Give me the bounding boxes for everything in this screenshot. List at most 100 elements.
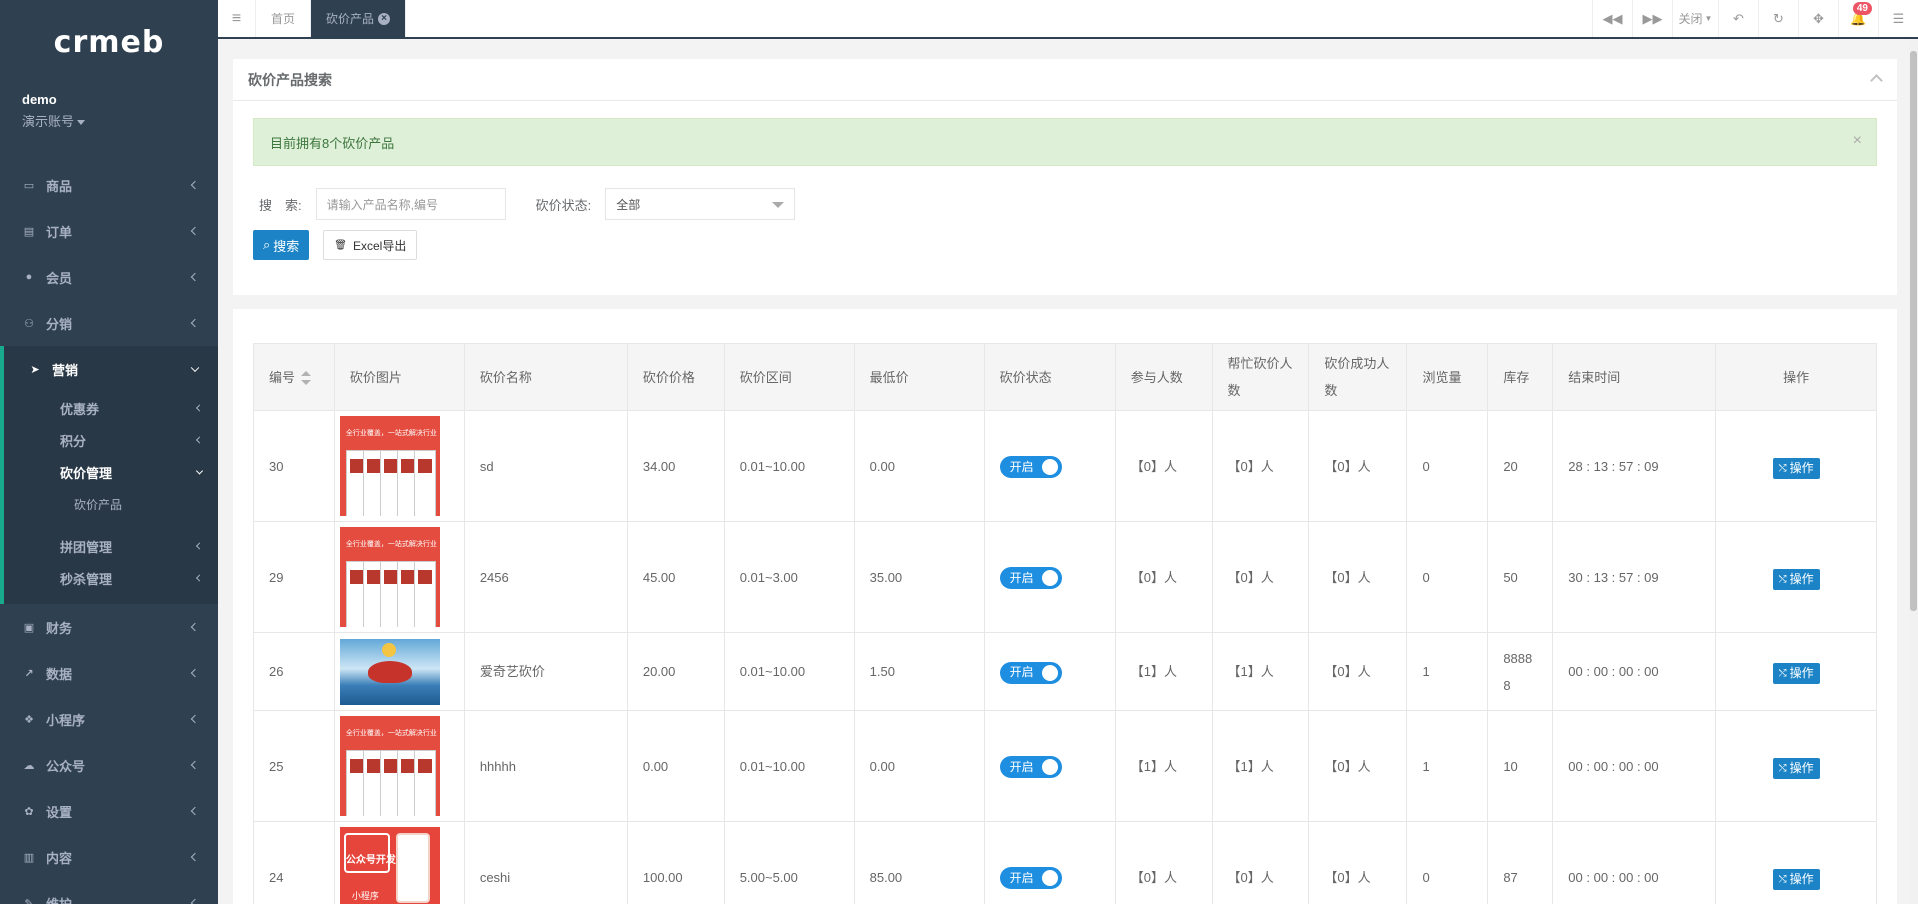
menu-toggle-icon[interactable]: ≡ — [218, 0, 256, 37]
cell-min: 0.00 — [853, 710, 985, 822]
wrench-icon: ✎ — [24, 897, 34, 904]
gear-icon: ✿ — [24, 805, 34, 818]
search-input[interactable]: 请输入产品名称,编号 — [315, 188, 506, 220]
file-icon: ▤ — [23, 225, 35, 238]
dragon-shape — [367, 660, 412, 683]
cell-id: 24 — [253, 821, 335, 904]
column-header: 参与人数 — [1114, 343, 1213, 411]
sidebar-item-members[interactable]: ● 会员 — [0, 254, 218, 300]
sidebar-leaf-bargain-products[interactable]: 砍价产品 — [4, 488, 218, 520]
chevron-left-icon — [190, 226, 200, 236]
cell-success: 【0】人 — [1308, 632, 1408, 711]
shuffle-icon: ⤭ — [1778, 873, 1787, 885]
money-icon: ▣ — [23, 621, 35, 634]
cell-helpers: 【0】人 — [1211, 521, 1310, 633]
cell-name: 2456 — [463, 521, 628, 633]
status-toggle[interactable]: 开启 — [999, 456, 1062, 478]
sidebar-item-settings[interactable]: ✿ 设置 — [0, 788, 218, 834]
cell-success: 【0】人 — [1308, 710, 1408, 822]
settings-list-icon[interactable]: ☰ — [1878, 0, 1918, 37]
status-toggle[interactable]: 开启 — [999, 867, 1062, 889]
column-header[interactable]: 编号 — [253, 343, 335, 411]
user-role-dropdown[interactable]: 演示账号 — [22, 111, 196, 130]
paper-plane-icon: ➤ — [30, 363, 40, 376]
close-dropdown-button[interactable]: 关闭 ▼ — [1672, 0, 1718, 37]
product-image: 全行业覆盖，一站式解决行业 — [339, 716, 440, 816]
phone-mockup — [413, 450, 436, 516]
cell-range: 0.01~10.00 — [723, 410, 855, 522]
tab-home[interactable]: 首页 — [256, 0, 312, 37]
operation-button[interactable]: ⤭ 操作 — [1772, 568, 1820, 590]
cell-image — [333, 632, 465, 711]
sort-icon[interactable] — [301, 371, 312, 386]
sidebar-sub-coupons[interactable]: 优惠券 — [4, 392, 218, 424]
cell-stock: 50 — [1487, 521, 1554, 633]
tab-bargain-products[interactable]: 砍价产品 × — [311, 0, 407, 37]
back-icon[interactable]: ↶ — [1718, 0, 1758, 37]
cell-id: 30 — [253, 410, 335, 522]
sidebar-item-marketing[interactable]: ➤ 营销 — [4, 346, 218, 392]
status-toggle[interactable]: 开启 — [999, 661, 1062, 684]
refresh-icon[interactable]: ↻ — [1758, 0, 1798, 37]
chevron-left-icon — [190, 180, 200, 190]
chevron-up-icon[interactable] — [1870, 74, 1883, 87]
sidebar-sub-flash-sale[interactable]: 秒杀管理 — [4, 562, 218, 594]
operation-button[interactable]: ⤭ 操作 — [1772, 663, 1820, 684]
sidebar-item-orders[interactable]: ▤ 订单 — [0, 208, 218, 254]
close-tab-icon[interactable]: × — [378, 12, 391, 25]
sidebar-item-products[interactable]: ▭ 商品 — [0, 162, 218, 208]
sidebar-sub-group-buy[interactable]: 拼团管理 — [4, 530, 218, 562]
product-image: 全行业覆盖，一站式解决行业 — [339, 416, 440, 516]
bell-icon[interactable]: 🔔 49 — [1838, 0, 1878, 37]
cell-end: 28 : 13 : 57 : 09 — [1552, 410, 1717, 522]
close-icon[interactable]: × — [1853, 132, 1862, 150]
cell-id: 26 — [253, 632, 335, 711]
chevron-left-icon — [190, 668, 200, 678]
fullscreen-icon[interactable]: ✥ — [1798, 0, 1838, 37]
cell-participants: 【1】人 — [1114, 710, 1213, 822]
profile: demo 演示账号 — [0, 84, 218, 162]
cell-views: 0 — [1406, 821, 1489, 904]
product-image: 公众号开发 小程序 — [339, 827, 440, 904]
chevron-left-icon — [195, 542, 204, 550]
laptop-icon: ▭ — [23, 179, 35, 192]
cell-name: hhhhh — [463, 710, 628, 822]
sidebar: crmeb demo 演示账号 ▭ 商品 ▤ 订单 ● 会员 ⚇ 分销 ➤ 营销 优惠券 积分 … — [0, 0, 218, 904]
cell-status: 开启 — [983, 710, 1116, 822]
cell-range: 0.01~10.00 — [723, 710, 855, 822]
search-button[interactable]: ⌕ 搜索 — [253, 230, 310, 260]
scroll-left-icon[interactable]: ◀◀ — [1592, 0, 1632, 37]
sidebar-item-finance[interactable]: ▣ 财务 — [0, 604, 218, 650]
toolbar-right: ◀◀ ▶▶ 关闭 ▼ ↶ ↻ ✥ 🔔 49 ☰ — [1592, 0, 1918, 37]
sidebar-item-maintenance[interactable]: ✎ 维护 — [0, 880, 218, 904]
logo[interactable]: crmeb — [0, 0, 218, 84]
search-panel: 砍价产品搜索 目前拥有8个砍价产品 × 搜 索: 请输入产品名称,编号 砍价状态:… — [233, 59, 1897, 295]
sidebar-item-data[interactable]: ↗ 数据 — [0, 650, 218, 696]
cell-image: 全行业覆盖，一站式解决行业 — [333, 710, 465, 822]
cell-image: 全行业覆盖，一站式解决行业 — [333, 521, 465, 633]
sidebar-sub-bargain-manage[interactable]: 砍价管理 — [4, 456, 218, 488]
page-scrollbar[interactable] — [1909, 39, 1918, 904]
sidebar-item-official-account[interactable]: ☁ 公众号 — [0, 742, 218, 788]
caret-down-icon — [772, 202, 785, 208]
scrollbar-thumb[interactable] — [1910, 51, 1917, 611]
sidebar-sub-points[interactable]: 积分 — [4, 424, 218, 456]
sidebar-item-mini-program[interactable]: ❖ 小程序 — [0, 696, 218, 742]
user-icon: ● — [25, 271, 33, 283]
status-toggle[interactable]: 开启 — [999, 756, 1062, 778]
table-header: 编号 砍价图片 砍价名称 砍价价格 砍价区间 最低价 砍价状态 参与人数 帮忙砍价人数 砍价成功人… — [253, 343, 1877, 411]
status-toggle[interactable]: 开启 — [999, 567, 1062, 589]
chevron-down-icon — [190, 363, 200, 373]
sidebar-item-content[interactable]: ▥ 内容 — [0, 834, 218, 880]
cell-end: 00 : 00 : 00 : 00 — [1552, 821, 1717, 904]
operation-button[interactable]: ⤭ 操作 — [1772, 757, 1820, 779]
operation-button[interactable]: ⤭ 操作 — [1772, 868, 1820, 890]
status-select[interactable]: 全部 — [605, 188, 796, 220]
cell-end: 00 : 00 : 00 : 00 — [1552, 710, 1717, 822]
sidebar-item-distribution[interactable]: ⚇ 分销 — [0, 300, 218, 346]
column-header: 砍价价格 — [626, 343, 725, 411]
excel-export-button[interactable]: 🗑 Excel导出 — [323, 230, 418, 260]
operation-button[interactable]: ⤭ 操作 — [1772, 457, 1820, 479]
cell-actions: ⤭ 操作 — [1715, 632, 1877, 711]
scroll-right-icon[interactable]: ▶▶ — [1632, 0, 1672, 37]
